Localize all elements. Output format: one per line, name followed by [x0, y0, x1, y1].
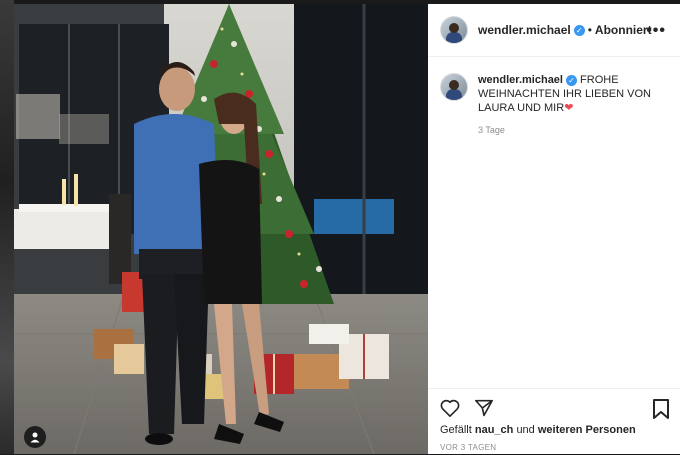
action-icons-row: [440, 399, 504, 422]
username-link[interactable]: wendler.michael: [478, 23, 571, 37]
person-icon: [30, 432, 40, 443]
caption-username-link[interactable]: wendler.michael: [478, 74, 563, 86]
tagged-user-icon[interactable]: [24, 426, 46, 448]
post-side-panel: wendler.michael ✓ • Abonniert ••• wendle…: [428, 4, 680, 454]
bookmark-icon[interactable]: [652, 399, 670, 424]
post-caption: wendler.michael ✓ FROHE WEIHNACHTEN IHR L…: [428, 57, 680, 137]
likes-prefix: Gefällt: [440, 424, 472, 436]
blurred-background: [0, 0, 14, 454]
post-date[interactable]: VOR 3 TAGEN: [440, 443, 496, 452]
caption-avatar[interactable]: [440, 73, 468, 101]
likes-user-link[interactable]: nau_ch: [475, 424, 514, 436]
verified-badge-icon: ✓: [573, 24, 585, 36]
avatar[interactable]: [440, 16, 468, 44]
more-horizontal-icon[interactable]: •••: [646, 22, 666, 40]
caption-verified-badge-icon: ✓: [565, 74, 577, 86]
post-photo[interactable]: [14, 4, 428, 454]
caption-body: wendler.michael ✓ FROHE WEIHNACHTEN IHR L…: [478, 73, 668, 137]
heart-emoji-icon: ❤: [564, 102, 574, 114]
likes-summary: Gefällt nau_ch und weiteren Personen: [440, 424, 636, 436]
post-header: wendler.michael ✓ • Abonniert •••: [428, 4, 680, 57]
share-send-icon[interactable]: [474, 399, 494, 422]
post-actions: Gefällt nau_ch und weiteren Personen VOR…: [428, 388, 680, 455]
caption-timestamp[interactable]: 3 Tage: [478, 123, 668, 137]
heart-like-icon[interactable]: [440, 399, 460, 422]
christmas-photo-illustration: [14, 4, 428, 454]
likes-others-link[interactable]: weiteren Personen: [538, 424, 636, 436]
follow-status-button[interactable]: Abonniert: [595, 23, 652, 37]
likes-and: und: [516, 424, 535, 436]
separator-dot: •: [587, 23, 592, 37]
